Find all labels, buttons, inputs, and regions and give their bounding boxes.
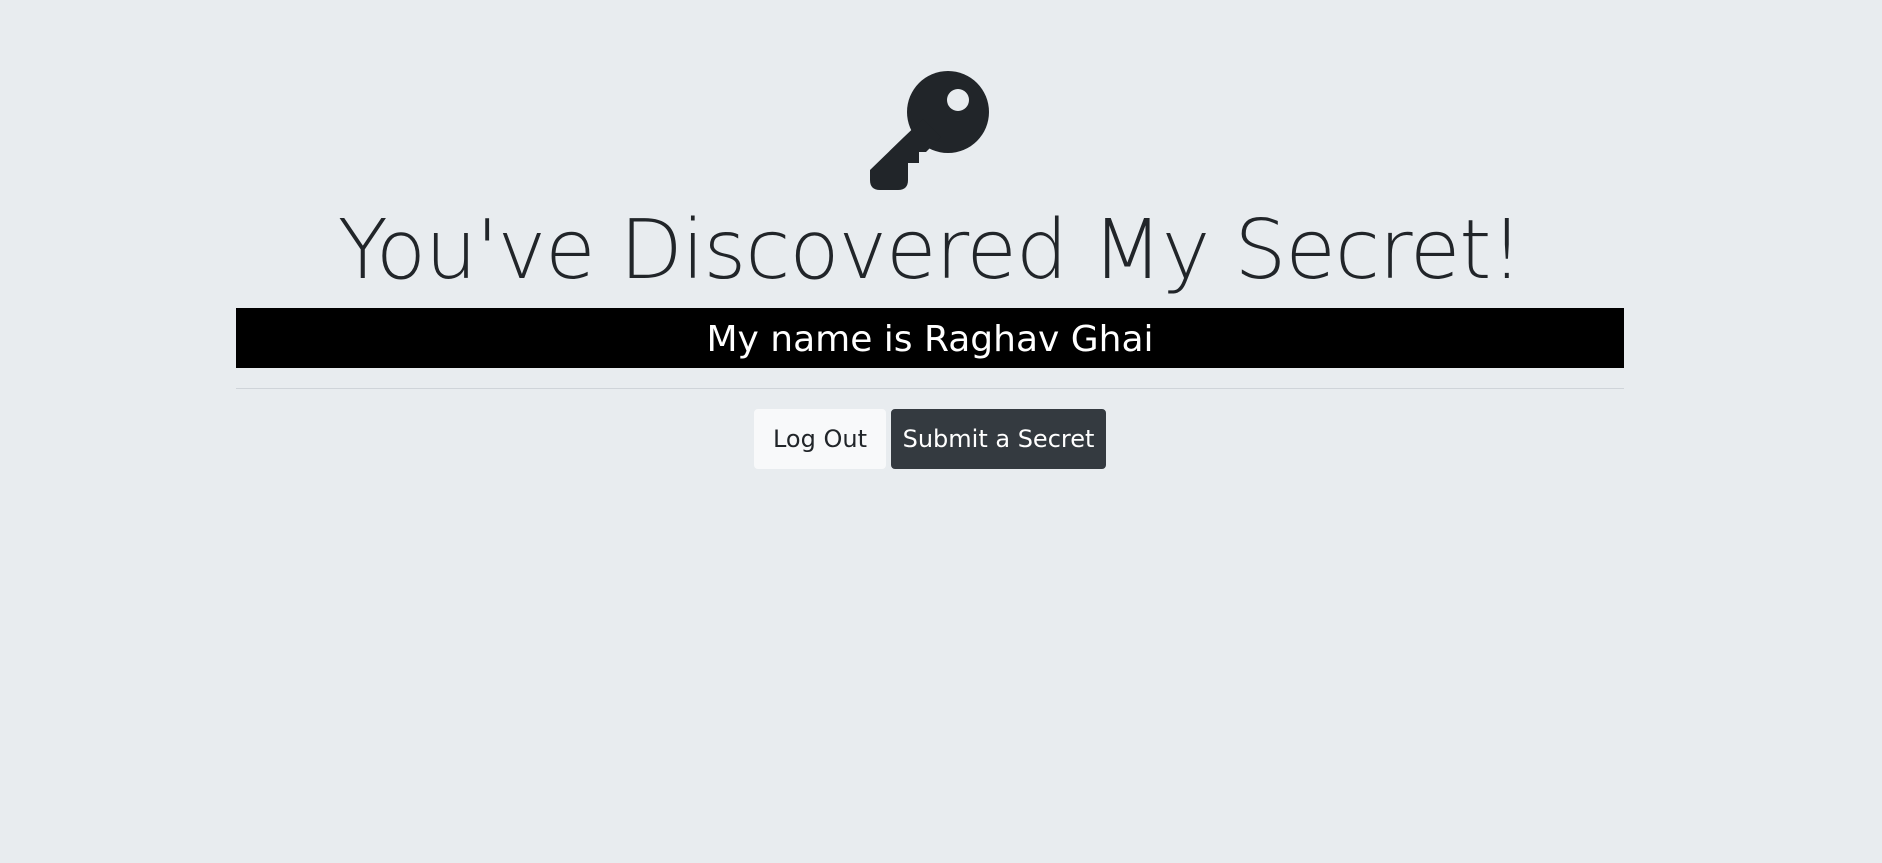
submit-secret-button[interactable]: Submit a Secret xyxy=(891,409,1106,469)
secret-text: My name is Raghav Ghai xyxy=(236,308,1624,368)
page: You've Discovered My Secret! My name is … xyxy=(0,0,1882,863)
secret-jumbotron: You've Discovered My Secret! My name is … xyxy=(236,0,1624,480)
key-icon xyxy=(870,70,990,190)
divider xyxy=(236,388,1624,389)
page-title: You've Discovered My Secret! xyxy=(337,203,1524,298)
log-out-button[interactable]: Log Out xyxy=(754,409,886,469)
